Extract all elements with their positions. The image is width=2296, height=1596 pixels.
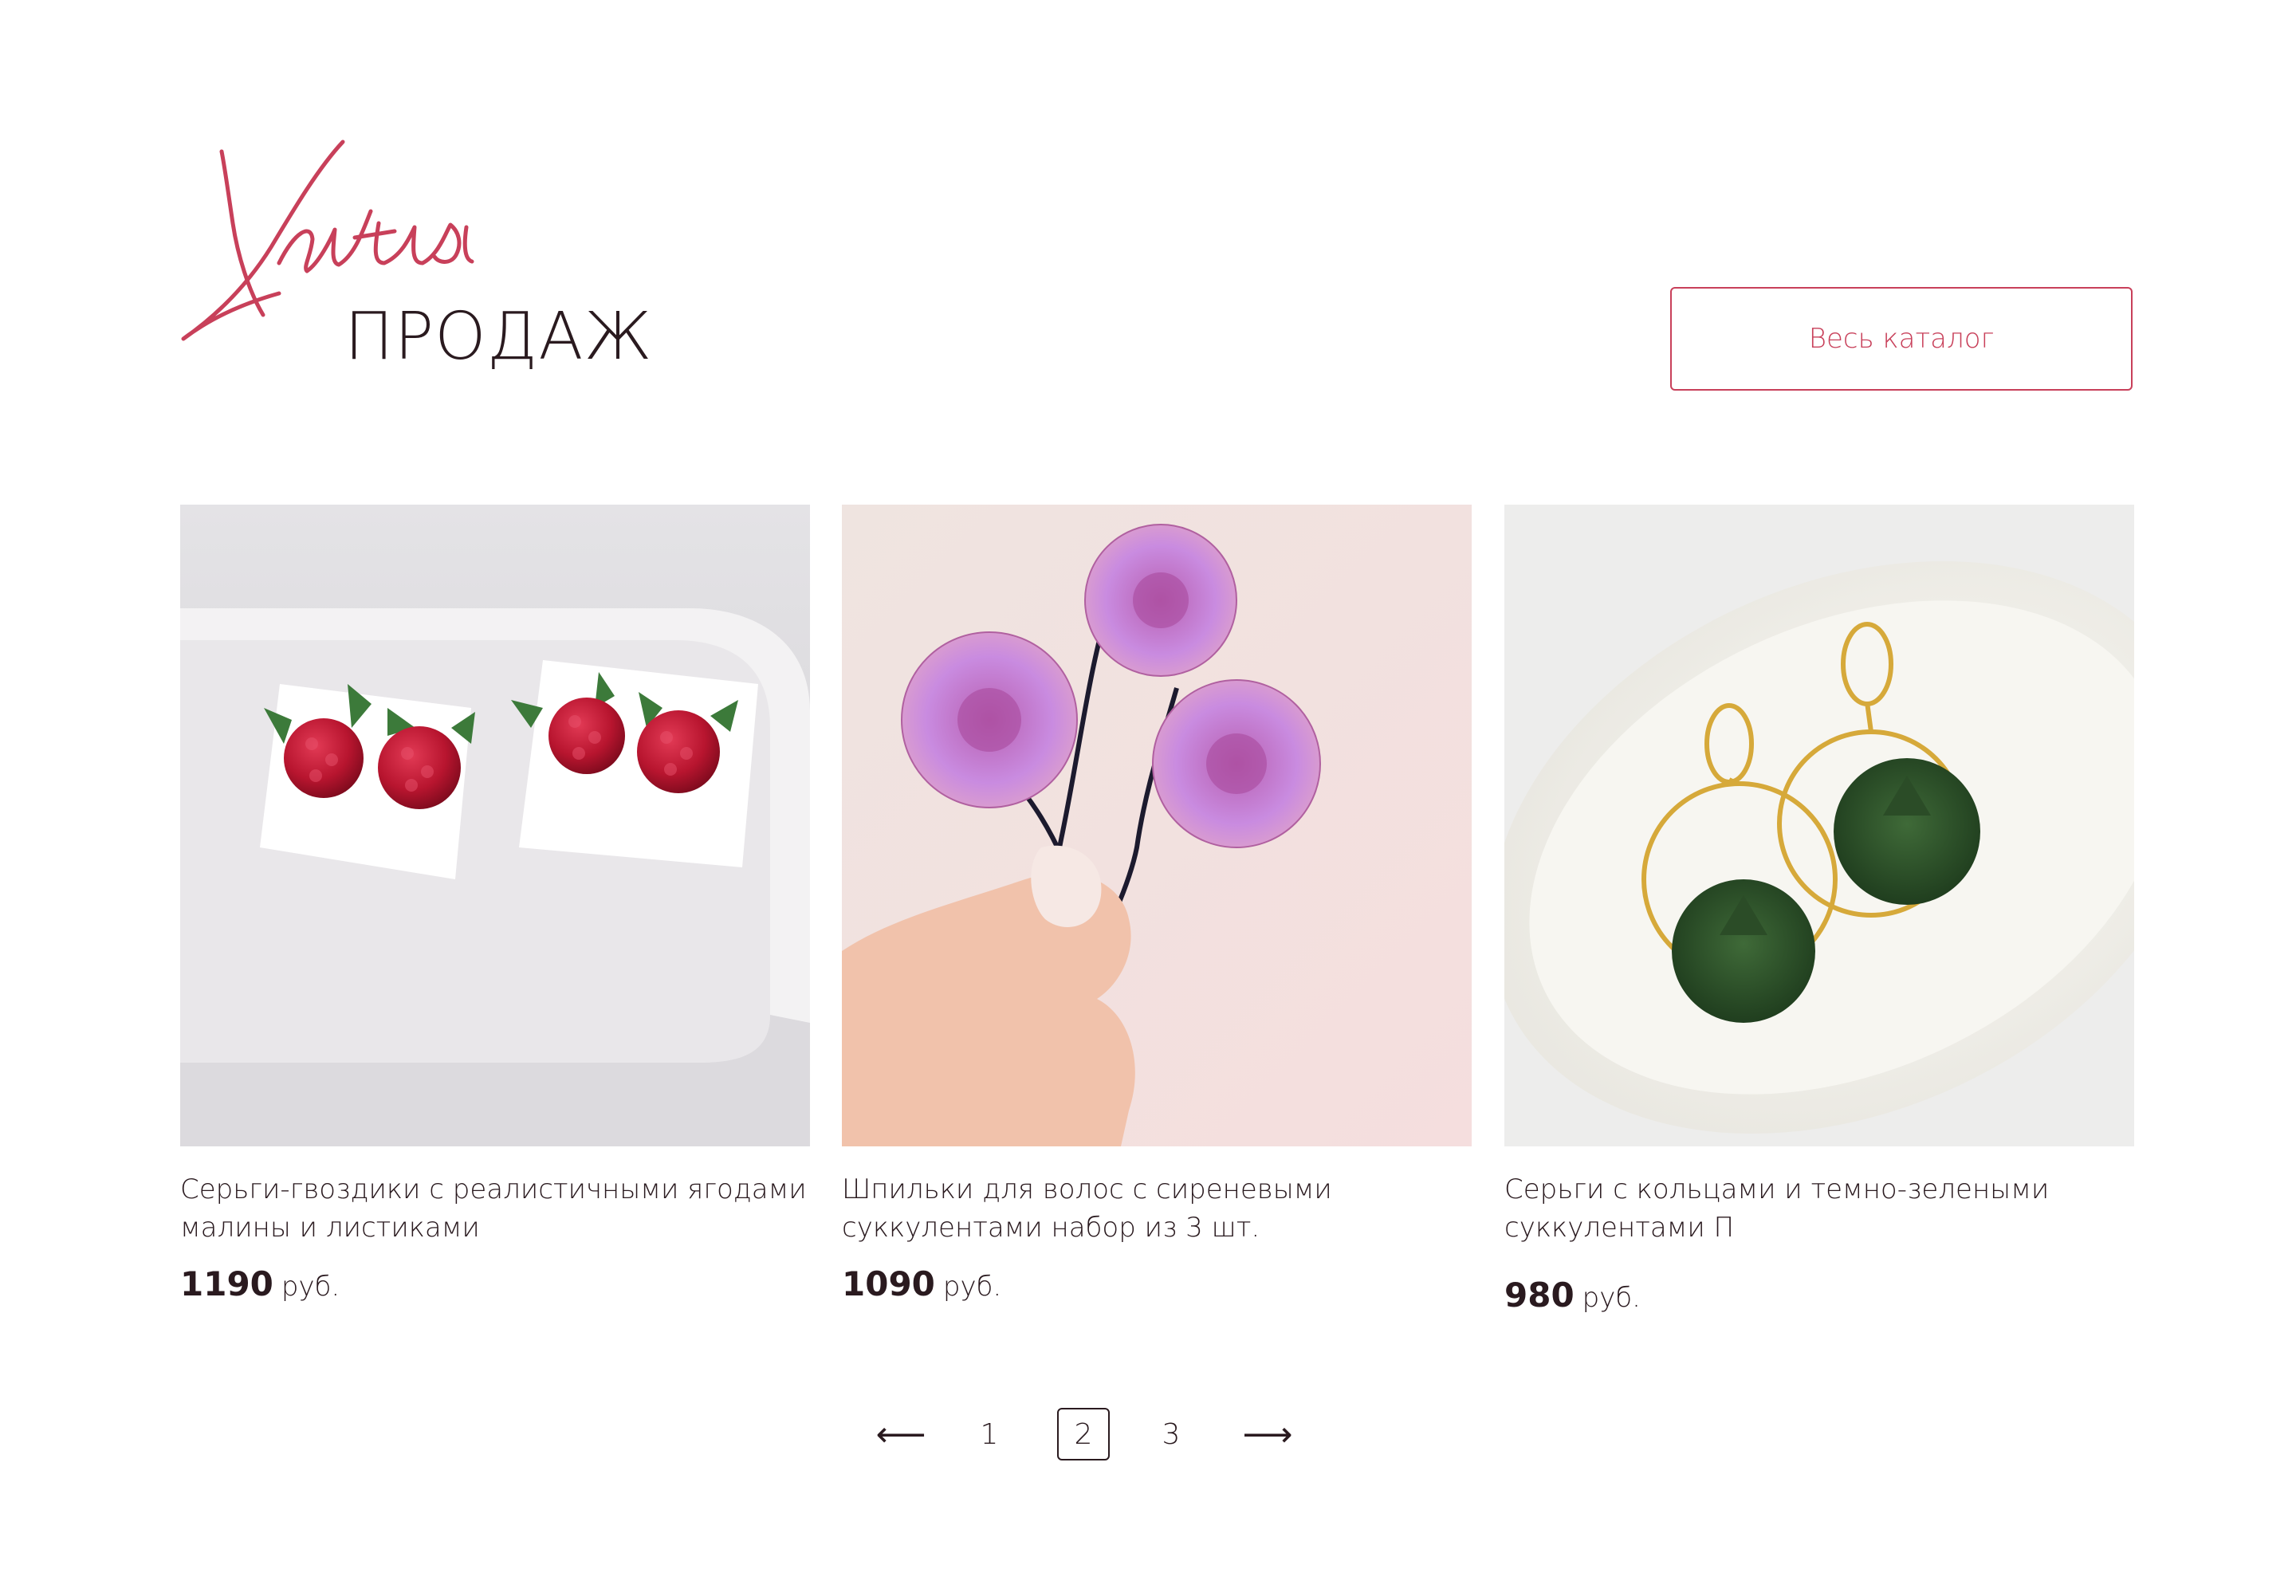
page-link-1[interactable]: 1	[963, 1408, 1016, 1460]
product-price: 1090 руб.	[842, 1268, 1472, 1301]
product-price: 980 руб.	[1504, 1279, 2134, 1312]
price-currency: руб.	[942, 1271, 1002, 1303]
product-card[interactable]: Серьги-гвоздики с реалистичными ягодами …	[180, 505, 810, 1301]
next-page-arrow-icon[interactable]: ⟶	[1236, 1408, 1299, 1460]
pagination: ⟵ 1 2 3 ⟶	[869, 1408, 1315, 1464]
product-image-raspberry-earrings[interactable]	[180, 505, 810, 1146]
price-amount: 1090	[842, 1264, 935, 1303]
product-image-green-succulent-earrings[interactable]	[1504, 505, 2134, 1146]
price-currency: руб.	[281, 1271, 340, 1303]
page-link-3[interactable]: 3	[1145, 1408, 1197, 1460]
page-link-2-current[interactable]: 2	[1057, 1408, 1110, 1460]
product-card[interactable]: Шпильки для волос с сиреневыми суккулент…	[842, 505, 1472, 1301]
price-currency: руб.	[1582, 1282, 1641, 1314]
view-catalog-button[interactable]: Весь каталог	[1670, 287, 2133, 391]
product-title[interactable]: Шпильки для волос с сиреневыми суккулент…	[842, 1170, 1472, 1247]
product-price: 1190 руб.	[180, 1268, 810, 1301]
prev-page-arrow-icon[interactable]: ⟵	[869, 1408, 933, 1460]
section-subtitle: ПРОДАЖ	[344, 299, 653, 375]
price-amount: 980	[1504, 1276, 1575, 1315]
product-title[interactable]: Серьги с кольцами и темно-зелеными сукку…	[1504, 1170, 2134, 1247]
product-card[interactable]: Серьги с кольцами и темно-зелеными сукку…	[1504, 505, 2134, 1312]
section-heading: Хиты ПРОДАЖ	[175, 136, 686, 399]
product-title[interactable]: Серьги-гвоздики с реалистичными ягодами …	[180, 1170, 810, 1247]
product-image-succulent-hairpins[interactable]	[842, 505, 1472, 1146]
price-amount: 1190	[180, 1264, 273, 1303]
